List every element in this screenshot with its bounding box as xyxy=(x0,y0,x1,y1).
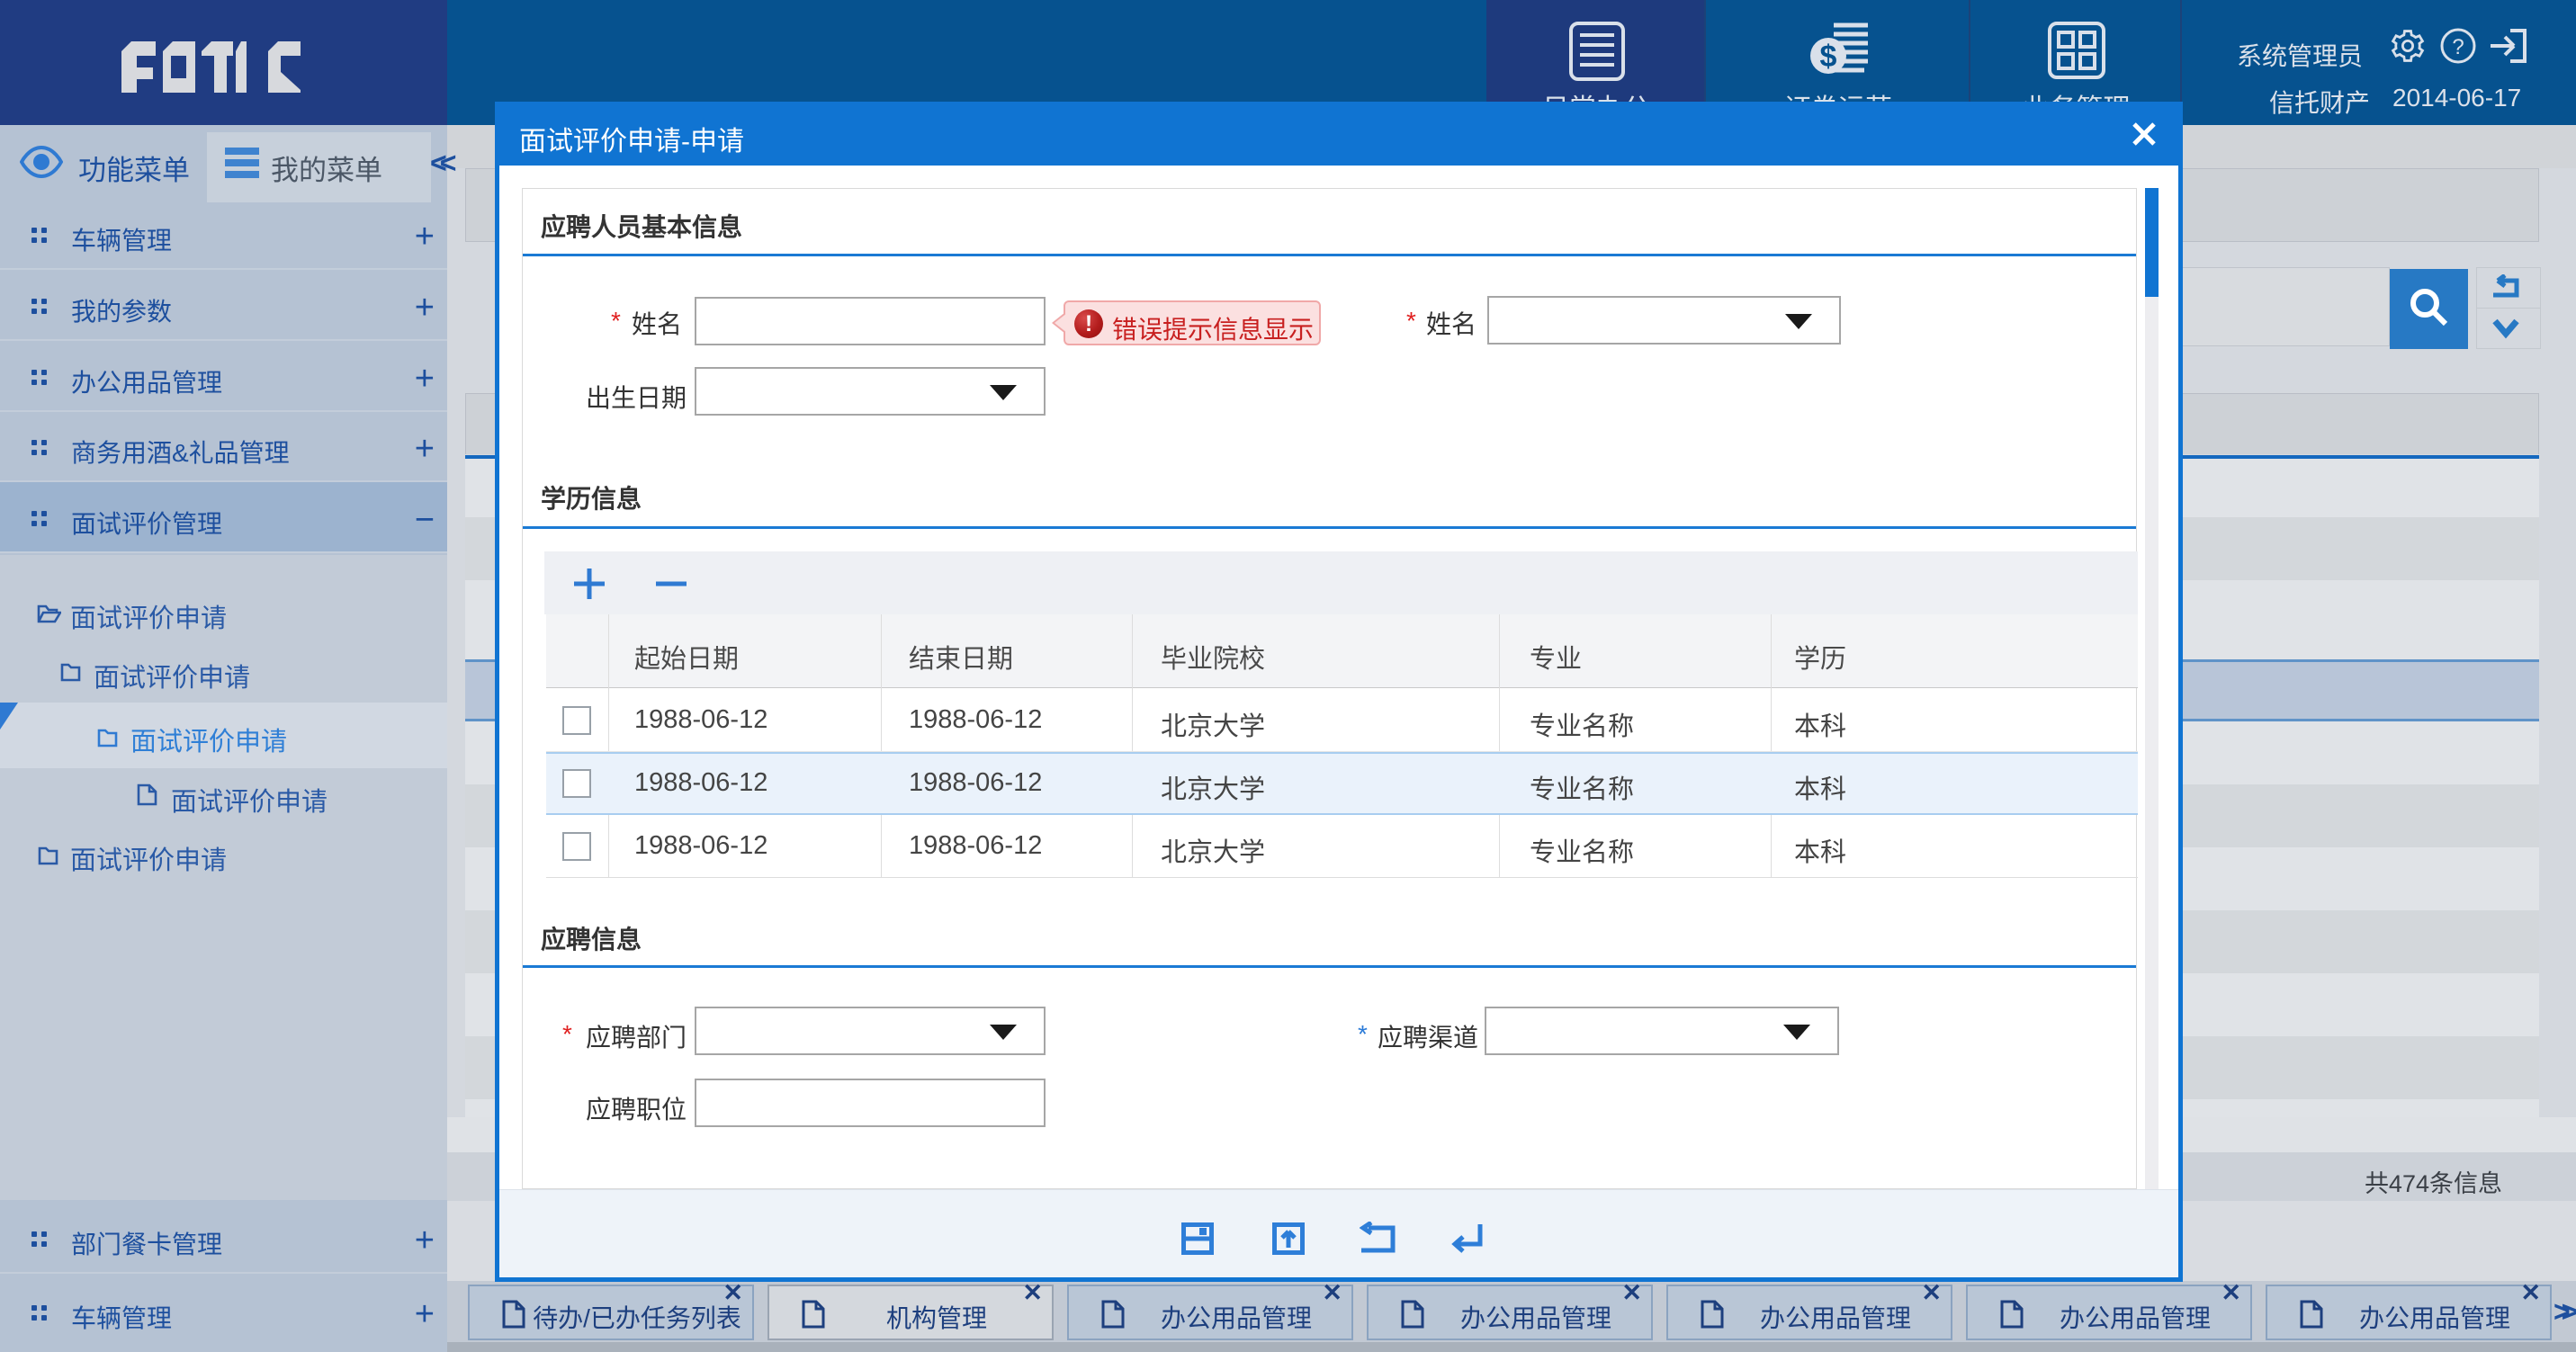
svg-text:?: ? xyxy=(2452,35,2464,59)
svg-text:$: $ xyxy=(1820,40,1837,74)
